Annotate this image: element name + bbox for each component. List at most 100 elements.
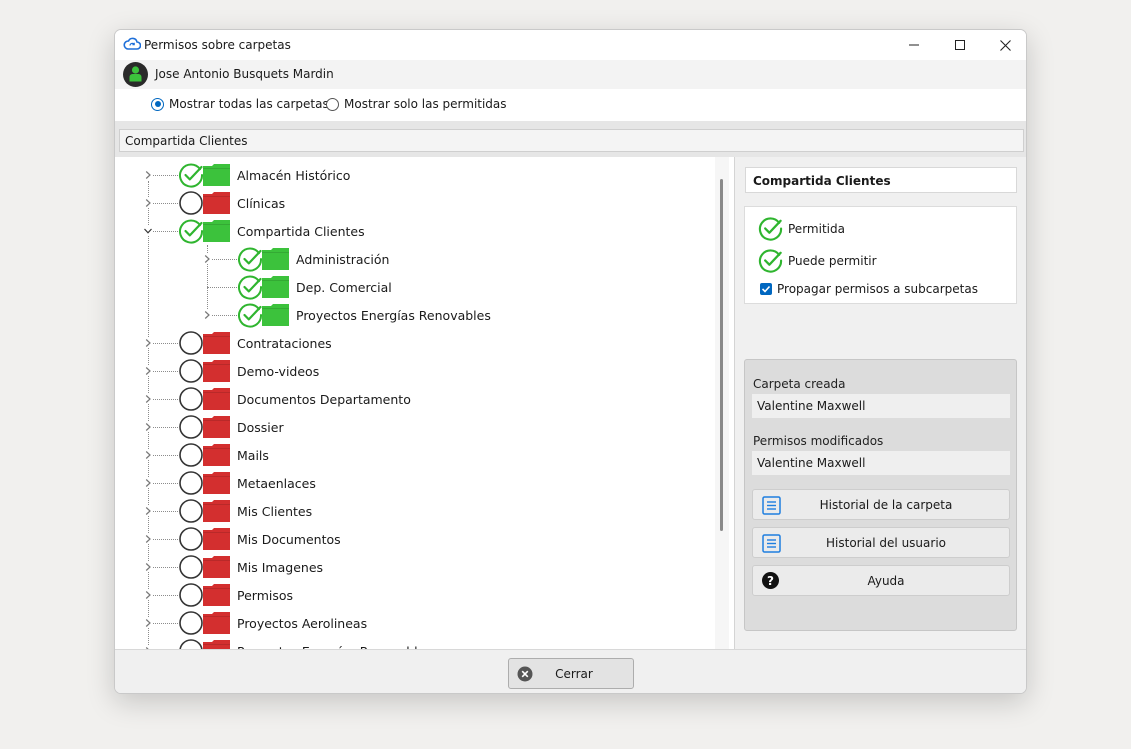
empty-circle-icon[interactable] bbox=[178, 638, 204, 649]
permissions-dialog: Permisos sobre carpetas Jose Antonio Bus… bbox=[114, 29, 1027, 694]
close-icon bbox=[999, 39, 1011, 51]
tree-item-label: Contrataciones bbox=[237, 335, 332, 351]
created-value: Valentine Maxwell bbox=[752, 394, 1010, 418]
document-list-icon bbox=[762, 496, 781, 515]
tree-item[interactable]: Mis Imagenes bbox=[178, 553, 323, 581]
empty-circle-icon[interactable] bbox=[178, 442, 204, 468]
chevron-right-icon[interactable] bbox=[143, 170, 153, 180]
tree-item[interactable]: Administración bbox=[237, 245, 389, 273]
chevron-right-icon[interactable] bbox=[143, 618, 153, 628]
cloud-sync-icon bbox=[123, 37, 141, 50]
maximize-button[interactable] bbox=[937, 30, 983, 60]
folder-icon bbox=[203, 360, 230, 382]
chevron-right-icon[interactable] bbox=[143, 366, 153, 376]
chevron-right-icon[interactable] bbox=[143, 422, 153, 432]
window-title: Permisos sobre carpetas bbox=[144, 38, 291, 52]
check-circle-icon[interactable] bbox=[237, 302, 263, 328]
tree-item[interactable]: Almacén Histórico bbox=[178, 161, 350, 189]
tree-item[interactable]: Compartida Clientes bbox=[178, 217, 365, 245]
radio-button-checked[interactable] bbox=[151, 97, 164, 111]
tree-item[interactable]: Demo-videos bbox=[178, 357, 319, 385]
tree-guide-line bbox=[148, 181, 149, 649]
check-circle-icon[interactable] bbox=[178, 162, 204, 188]
tree-item-label: Proyectos Energías Renovables bbox=[296, 307, 491, 323]
chevron-right-icon[interactable] bbox=[202, 310, 212, 320]
chevron-right-icon[interactable] bbox=[143, 394, 153, 404]
tree-item[interactable]: Mails bbox=[178, 441, 269, 469]
chevron-right-icon[interactable] bbox=[143, 590, 153, 600]
check-circle-icon[interactable] bbox=[237, 274, 263, 300]
close-window-button[interactable] bbox=[982, 30, 1026, 60]
chevron-down-icon[interactable] bbox=[143, 226, 153, 236]
empty-circle-icon[interactable] bbox=[178, 386, 204, 412]
modified-value: Valentine Maxwell bbox=[752, 451, 1010, 475]
folder-history-button[interactable]: Historial de la carpeta bbox=[752, 489, 1010, 520]
folder-icon bbox=[203, 584, 230, 606]
tree-item-label: Metaenlaces bbox=[237, 475, 316, 491]
help-button[interactable]: ? Ayuda bbox=[752, 565, 1010, 596]
tree-item-label: Demo-videos bbox=[237, 363, 320, 379]
tree-item[interactable]: Dossier bbox=[178, 413, 284, 441]
folder-icon bbox=[203, 192, 230, 214]
empty-circle-icon[interactable] bbox=[178, 610, 204, 636]
chevron-right-icon[interactable] bbox=[143, 562, 153, 572]
tree-item-label: Mails bbox=[237, 447, 269, 463]
status-puede-permitir: Puede permitir bbox=[758, 248, 877, 273]
empty-circle-icon[interactable] bbox=[178, 330, 204, 356]
check-circle-icon[interactable] bbox=[178, 218, 204, 244]
chevron-right-icon[interactable] bbox=[143, 338, 153, 348]
chevron-right-icon[interactable] bbox=[143, 506, 153, 516]
propagate-permissions-checkbox[interactable]: Propagar permisos a subcarpetas bbox=[760, 282, 978, 296]
tree-item[interactable]: Proyectos Energías Renovables bbox=[237, 301, 491, 329]
tree-item[interactable]: Dep. Comercial bbox=[237, 273, 392, 301]
created-label: Carpeta creada bbox=[753, 377, 846, 391]
tree-item[interactable]: Clínicas bbox=[178, 189, 285, 217]
tree-item-label: Mis Clientes bbox=[237, 503, 313, 519]
tree-item[interactable]: Proyectos Energías Renovables bbox=[178, 637, 432, 649]
empty-circle-icon[interactable] bbox=[178, 358, 204, 384]
tree-item-label: Administración bbox=[296, 251, 390, 267]
tree-item[interactable]: Mis Clientes bbox=[178, 497, 312, 525]
tree-item-label: Dossier bbox=[237, 419, 284, 435]
folder-history-label: Historial de la carpeta bbox=[819, 497, 953, 512]
empty-circle-icon[interactable] bbox=[178, 554, 204, 580]
empty-circle-icon[interactable] bbox=[178, 526, 204, 552]
minimize-button[interactable] bbox=[891, 30, 937, 60]
help-icon: ? bbox=[762, 572, 779, 589]
chevron-right-icon[interactable] bbox=[143, 534, 153, 544]
empty-circle-icon[interactable] bbox=[178, 582, 204, 608]
tree-item[interactable]: Contrataciones bbox=[178, 329, 332, 357]
empty-circle-icon[interactable] bbox=[178, 190, 204, 216]
folder-icon bbox=[203, 612, 230, 634]
tree-item[interactable]: Proyectos Aerolineas bbox=[178, 609, 367, 637]
folder-details-panel: Compartida Clientes Permitida Puede perm… bbox=[734, 157, 1026, 649]
close-button[interactable]: Cerrar bbox=[508, 658, 634, 689]
radio-show-allowed[interactable]: Mostrar solo las permitidas bbox=[326, 97, 507, 111]
document-list-icon bbox=[762, 534, 781, 553]
empty-circle-icon[interactable] bbox=[178, 470, 204, 496]
tree-item-label: Dep. Comercial bbox=[296, 279, 392, 295]
folder-tree[interactable]: Almacén Histórico Clínicas Compartida Clie… bbox=[115, 157, 729, 649]
radio-button-unchecked[interactable] bbox=[326, 97, 339, 111]
tree-item[interactable]: Mis Documentos bbox=[178, 525, 341, 553]
chevron-right-icon[interactable] bbox=[143, 478, 153, 488]
check-circle-icon[interactable] bbox=[237, 246, 263, 272]
permission-status-box: Permitida Puede permitir Propagar permis… bbox=[744, 206, 1017, 304]
empty-circle-icon[interactable] bbox=[178, 498, 204, 524]
tree-item-label: Clínicas bbox=[237, 195, 286, 211]
folder-icon bbox=[203, 472, 230, 494]
tree-scrollbar-thumb[interactable] bbox=[720, 179, 723, 531]
folder-icon bbox=[262, 276, 289, 298]
radio-show-all[interactable]: Mostrar todas las carpetas bbox=[151, 97, 329, 111]
tree-item[interactable]: Metaenlaces bbox=[178, 469, 316, 497]
empty-circle-icon[interactable] bbox=[178, 414, 204, 440]
chevron-right-icon[interactable] bbox=[202, 254, 212, 264]
folder-icon bbox=[203, 556, 230, 578]
checkbox-checked[interactable] bbox=[760, 283, 772, 295]
user-history-button[interactable]: Historial del usuario bbox=[752, 527, 1010, 558]
chevron-right-icon[interactable] bbox=[143, 450, 153, 460]
tree-item[interactable]: Documentos Departamento bbox=[178, 385, 411, 413]
tree-item[interactable]: Permisos bbox=[178, 581, 293, 609]
title-bar: Permisos sobre carpetas bbox=[115, 30, 1026, 60]
chevron-right-icon[interactable] bbox=[143, 198, 153, 208]
